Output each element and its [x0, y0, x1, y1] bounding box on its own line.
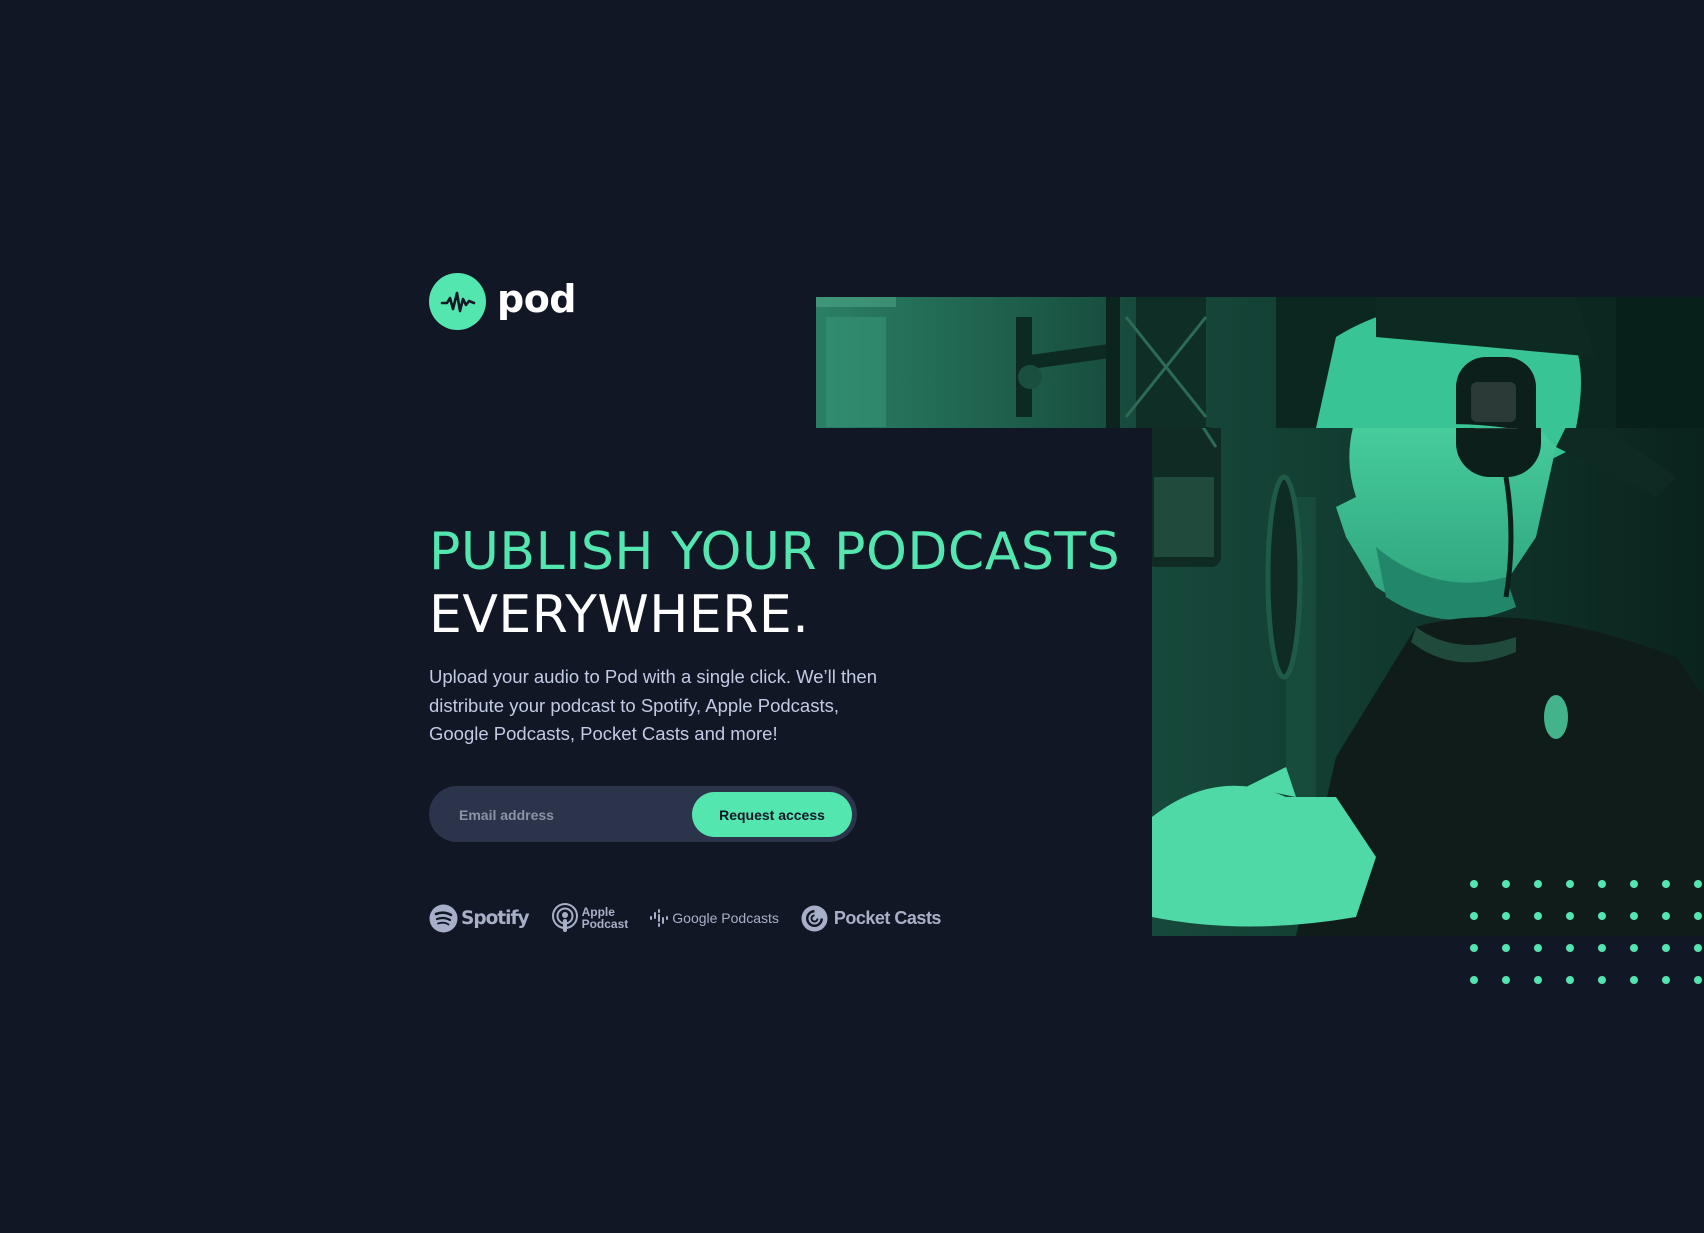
apple-podcast-icon	[551, 903, 578, 932]
platform-logos: Spotify Apple Podcast Google Podcasts Po…	[429, 902, 963, 934]
waveform-icon	[429, 273, 486, 330]
apple-podcast-line2: Podcast	[581, 917, 629, 931]
apple-podcast-label: Apple Podcast	[582, 906, 629, 930]
google-podcasts-label: Google Podcasts	[672, 910, 779, 926]
google-podcasts-icon	[650, 909, 669, 927]
brand-logo[interactable]: pod	[429, 273, 577, 330]
hero-description: Upload your audio to Pod with a single c…	[429, 666, 878, 744]
hero-heading-line1: PUBLISH YOUR PODCASTS	[429, 522, 1121, 582]
platform-spotify: Spotify	[429, 904, 530, 933]
platform-google-podcasts: Google Podcasts	[650, 909, 779, 927]
brand-name: pod	[497, 276, 577, 321]
platform-apple-podcast: Apple Podcast	[551, 903, 629, 933]
email-input[interactable]	[457, 786, 691, 844]
request-access-form: Request access	[429, 786, 857, 844]
hero-image	[1152, 428, 1704, 936]
request-access-button[interactable]: Request access	[692, 792, 852, 837]
spotify-icon	[429, 904, 458, 932]
landing-page: pod PUBLISH YOUR PODCASTS EVERYWHERE. Up…	[0, 0, 1704, 1233]
spotify-label: Spotify	[461, 907, 530, 929]
hero-heading: PUBLISH YOUR PODCASTS EVERYWHERE.	[429, 521, 1120, 647]
pocket-casts-icon	[801, 905, 828, 931]
pocket-casts-label: Pocket Casts	[833, 907, 942, 928]
platform-pocket-casts: Pocket Casts	[801, 905, 941, 932]
decorative-dots	[1470, 880, 1702, 984]
hero-image-top	[816, 297, 1704, 428]
hero-heading-line2: EVERYWHERE.	[429, 585, 810, 645]
